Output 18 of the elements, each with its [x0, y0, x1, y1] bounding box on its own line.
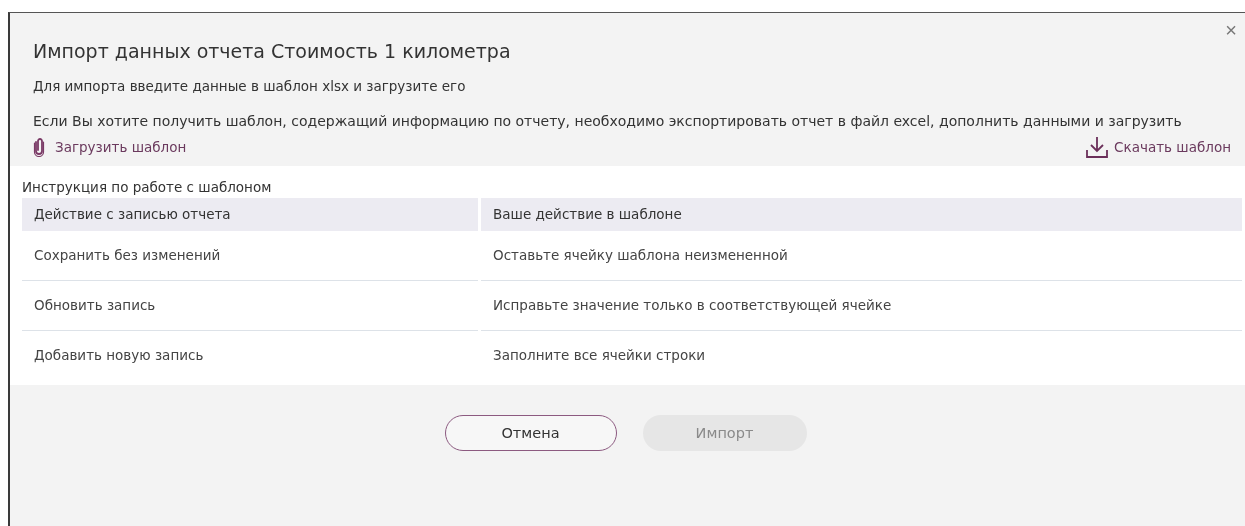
close-button[interactable]: ×	[1221, 19, 1241, 41]
table-cell: Обновить запись	[22, 281, 478, 331]
column-header: Действие с записью отчета	[22, 198, 478, 231]
paperclip-icon	[33, 137, 45, 157]
table-cell: Исправьте значение только в соответствующей ячейке	[481, 281, 1242, 331]
table-cell: Сохранить без изменений	[22, 231, 478, 281]
upload-link[interactable]: Загрузить шаблон	[33, 137, 187, 157]
table-cell: Оставьте ячейку шаблона неизмененной	[481, 231, 1242, 281]
dialog-title: Импорт данных отчета Стоимость 1 километра	[33, 39, 512, 64]
cancel-button[interactable]: Отмена	[444, 415, 617, 451]
table-cell-text: Добавить новую запись	[33, 346, 205, 365]
note-text: Если Вы хотите получить шаблон, содержащий информацию по отчету, необходимо экспортировать отчет в файл excel, дополнить данными и загрузить	[33, 112, 1183, 130]
table-cell-text: Заполните все ячейки строки	[492, 346, 707, 365]
column-header: Ваше действие в шаблоне	[481, 198, 1242, 231]
download-link[interactable]: Скачать шаблон	[1086, 136, 1231, 158]
intro-text: Для импорта введите данные в шаблон xlsx и загрузите его	[33, 77, 467, 95]
download-icon	[1086, 136, 1109, 158]
table-caption: Инструкция по работе с шаблоном	[22, 178, 273, 197]
